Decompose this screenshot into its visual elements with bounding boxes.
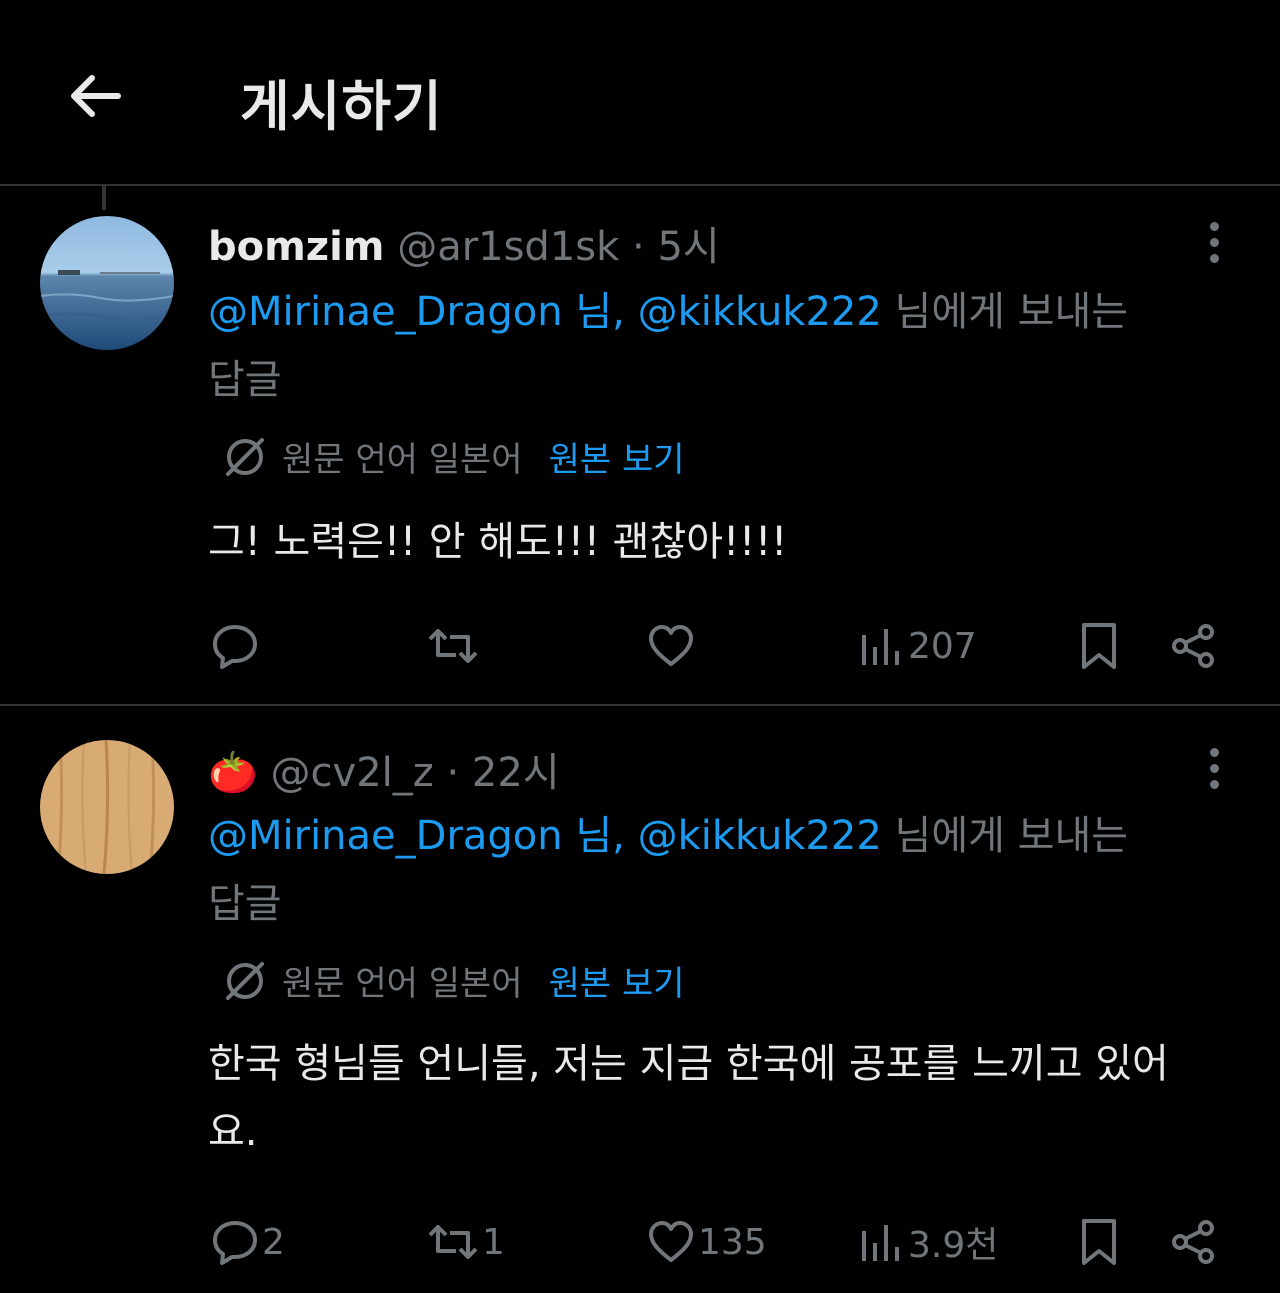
reply-mentions[interactable]: @Mirinae_Dragon 님, @kikkuk222 (208, 289, 882, 335)
sea-photo-icon (40, 216, 174, 350)
share-icon (1172, 624, 1214, 668)
translation-notice: 원문 언어 일본어 원본 보기 (222, 432, 685, 481)
handle[interactable]: @cv2l_z (271, 750, 434, 796)
globe-slash-icon (222, 434, 268, 480)
action-bar: 2 1 135 3.9천 (0, 1212, 1280, 1272)
top-bar: 게시하기 (0, 0, 1280, 186)
bookmark-button[interactable] (1076, 1212, 1122, 1272)
globe-slash-icon (222, 958, 268, 1004)
avatar[interactable] (40, 740, 174, 874)
thread-connector (102, 186, 106, 210)
replying-to: @Mirinae_Dragon 님, @kikkuk222 님에게 보내는 답글 (208, 802, 1168, 938)
reply-button[interactable] (210, 616, 262, 676)
arrow-left-icon (71, 75, 121, 117)
display-name[interactable]: bomzim (208, 224, 384, 270)
repost-button[interactable] (426, 616, 482, 676)
separator: · (619, 224, 658, 270)
bar-chart-icon (862, 629, 899, 665)
views-button[interactable]: 3.9천 (856, 1212, 998, 1272)
views-button[interactable]: 207 (856, 616, 977, 676)
comment-icon (213, 1221, 257, 1265)
display-name[interactable]: 🍅 (208, 750, 258, 796)
heart-icon (649, 625, 693, 666)
timestamp[interactable]: 22시 (472, 750, 560, 796)
repost-icon (428, 1225, 478, 1259)
more-button[interactable] (1194, 740, 1234, 796)
page-title: 게시하기 (240, 75, 443, 138)
view-count: 207 (908, 625, 977, 667)
replying-to: @Mirinae_Dragon 님, @kikkuk222 님에게 보내는 답글 (208, 278, 1168, 414)
show-original-link[interactable]: 원본 보기 (549, 432, 685, 481)
repost-button[interactable]: 1 (426, 1212, 505, 1272)
repost-icon (428, 629, 478, 663)
post-meta: 🍅 @cv2l_z · 22시 (208, 740, 560, 798)
post-text: 한국 형님들 언니들, 저는 지금 한국에 공포를 느끼고 있어요. (208, 1041, 1169, 1155)
share-button[interactable] (1168, 1212, 1218, 1272)
reply-mentions[interactable]: @Mirinae_Dragon 님, @kikkuk222 (208, 813, 882, 859)
show-original-link[interactable]: 원본 보기 (549, 956, 685, 1005)
handle[interactable]: @ar1sd1sk (397, 224, 619, 270)
bar-chart-icon (862, 1225, 899, 1261)
view-count: 3.9천 (908, 1225, 999, 1266)
avatar[interactable] (40, 216, 174, 350)
repost-count: 1 (482, 1221, 505, 1263)
reply-count: 2 (262, 1221, 285, 1263)
more-button[interactable] (1194, 214, 1234, 270)
heart-icon (649, 1221, 693, 1262)
bookmark-button[interactable] (1076, 616, 1122, 676)
more-vertical-icon (1209, 221, 1219, 231)
reply-button[interactable]: 2 (210, 1212, 285, 1272)
like-button[interactable]: 135 (646, 1212, 767, 1272)
action-bar: 207 (0, 616, 1280, 676)
header-divider (0, 184, 1280, 186)
post-divider (0, 704, 1280, 706)
like-button[interactable] (646, 616, 698, 676)
like-count: 135 (698, 1221, 767, 1263)
more-vertical-icon (1209, 747, 1219, 757)
wood-texture-icon (40, 740, 174, 874)
post-text: 그! 노력은!! 안 해도!!! 괜찮아!!!! (208, 519, 788, 565)
source-language-label: 원문 언어 일본어 (282, 964, 523, 1004)
separator: · (433, 750, 472, 796)
post-meta: bomzim @ar1sd1sk · 5시 (208, 214, 720, 272)
translation-notice: 원문 언어 일본어 원본 보기 (222, 956, 685, 1005)
bookmark-icon (1082, 1219, 1116, 1265)
share-button[interactable] (1168, 616, 1218, 676)
source-language-label: 원문 언어 일본어 (282, 440, 523, 480)
timestamp[interactable]: 5시 (657, 224, 719, 270)
back-button[interactable] (60, 62, 128, 130)
comment-icon (213, 625, 257, 669)
bookmark-icon (1082, 623, 1116, 669)
share-icon (1172, 1220, 1214, 1264)
